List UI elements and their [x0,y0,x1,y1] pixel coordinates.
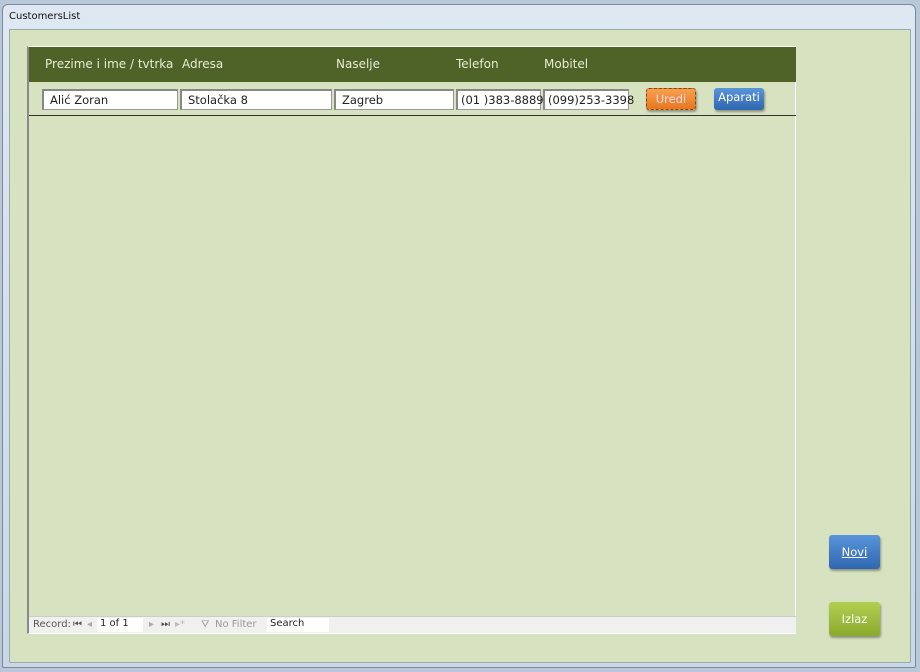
form-client: Prezime i ime / tvtrka Adresa Naselje Te… [9,29,911,663]
edit-button[interactable]: Uredi [646,88,696,110]
name-field[interactable]: Alić Zoran [42,89,178,110]
record-position[interactable]: 1 of 1 [97,618,143,632]
window: CustomersList Prezime i ime / tvtrka Adr… [2,4,916,668]
header-address: Adresa [182,57,224,71]
record-navigator: Record: ⏮ ◂ 1 of 1 ▸ ⏭ ▸* ⛛ No Filter Se… [29,616,796,633]
column-header: Prezime i ime / tvtrka Adresa Naselje Te… [29,47,796,82]
header-mobile: Mobitel [544,57,589,71]
header-city: Naselje [336,57,381,71]
table-row: Alić Zoran Stolačka 8 Zagreb (01 )383-88… [29,82,796,116]
first-record-icon[interactable]: ⏮ [73,619,82,630]
new-record-icon[interactable]: ▸* [175,619,185,630]
header-phone: Telefon [456,57,499,71]
address-field[interactable]: Stolačka 8 [180,89,332,110]
exit-button[interactable]: Izlaz [829,602,880,636]
filter-status[interactable]: No Filter [215,619,257,630]
search-input[interactable]: Search [267,618,329,632]
window-title: CustomersList [9,11,81,22]
last-record-icon[interactable]: ⏭ [161,619,170,630]
new-button[interactable]: Novi [829,535,880,569]
new-label: Novi [841,545,868,559]
next-record-icon[interactable]: ▸ [149,619,154,630]
prev-record-icon[interactable]: ◂ [87,619,92,630]
filter-icon[interactable]: ⛛ [201,619,209,630]
city-field[interactable]: Zagreb [334,89,454,110]
header-name: Prezime i ime / tvtrka [45,57,174,71]
customers-list: Prezime i ime / tvtrka Adresa Naselje Te… [27,46,796,634]
exit-label: Izlaz [841,612,868,626]
mobile-field[interactable]: (099)253-3398 [543,89,634,110]
record-label: Record: [33,619,71,630]
devices-button[interactable]: Aparati [714,88,764,110]
phone-field[interactable]: (01 )383-8889 [456,89,544,110]
